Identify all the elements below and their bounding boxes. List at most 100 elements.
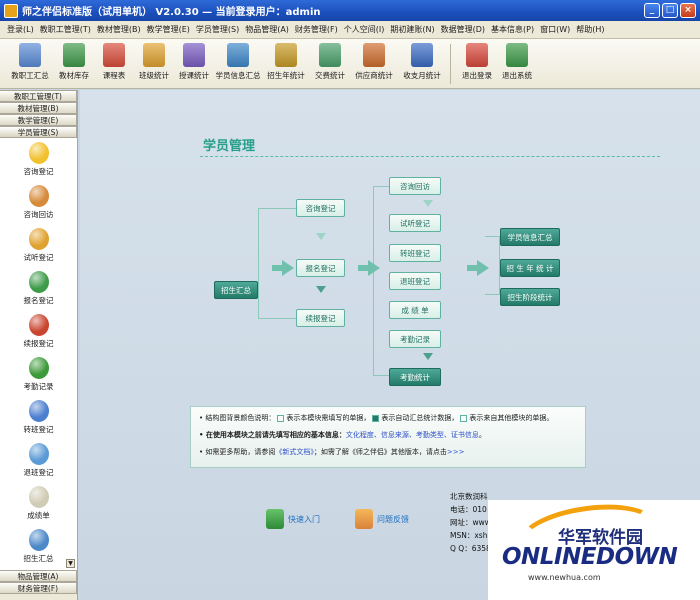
node-audition-register[interactable]: 试听登记 <box>389 214 441 232</box>
title-divider <box>200 156 660 157</box>
teaching-stats-icon <box>183 43 205 67</box>
transfer-icon <box>28 400 49 422</box>
toolbar-button-label: 教材库存 <box>59 71 89 80</box>
node-transfer-register[interactable]: 转班登记 <box>389 244 441 262</box>
info-more-link[interactable]: >>> <box>447 448 465 456</box>
sidebar-item-3[interactable]: 报名登记 <box>0 267 77 310</box>
menu-teaching[interactable]: 教学管理(E) <box>144 24 193 35</box>
toolbar-button-4[interactable]: 授课统计 <box>174 39 214 81</box>
toolbar-button-label: 供应商统计 <box>355 71 393 80</box>
toolbar-button-1[interactable]: 教材库存 <box>54 39 94 81</box>
node-consult-register[interactable]: 咨询登记 <box>296 199 345 217</box>
sidebar-student-panel: 咨询登记咨询回访试听登记报名登记续报登记 考勤记录转班登记退班登记 成绩单招生汇总 ▼ <box>0 138 77 570</box>
sidebar-item-5[interactable]: 考勤记录 <box>0 353 77 396</box>
sidebar-item-2[interactable]: 试听登记 <box>0 224 77 267</box>
toolbar-button-6[interactable]: 招生年统计 <box>262 39 310 81</box>
node-enroll-summary[interactable]: 招生汇总 <box>214 281 258 299</box>
menu-basic-info[interactable]: 基本信息(P) <box>488 24 537 35</box>
node-attendance-record[interactable]: 考勤记录 <box>389 330 441 348</box>
sidebar-item-label: 报名登记 <box>23 296 54 305</box>
sidebar-item-label: 咨询登记 <box>23 167 54 176</box>
sidebar-item-1[interactable]: 咨询回访 <box>0 181 77 224</box>
sidebar-item-0[interactable]: 咨询登记 <box>0 138 77 181</box>
minimize-button[interactable]: _ <box>644 3 660 18</box>
window-controls: _ □ × <box>644 3 696 18</box>
sidebar-header-teaching[interactable]: 教学管理(E) <box>0 114 77 126</box>
menu-login[interactable]: 登录(L) <box>4 24 37 35</box>
toolbar-button-7[interactable]: 交费统计 <box>310 39 350 81</box>
student-info-icon <box>227 43 249 67</box>
toolbar-button-label: 收支月统计 <box>403 71 441 80</box>
company-qq: Q Q：6358 <box>450 544 491 553</box>
sidebar-item-label: 咨询回访 <box>23 210 54 219</box>
sidebar-item-label: 试听登记 <box>23 253 54 262</box>
menu-finance[interactable]: 财务管理(F) <box>292 24 341 35</box>
toolbar-button-label: 学员信息汇总 <box>215 71 261 80</box>
node-report-card[interactable]: 成 绩 单 <box>389 301 441 319</box>
toolbar-button-2[interactable]: 课程表 <box>94 39 134 81</box>
sidebar-header-items[interactable]: 物品管理(A) <box>0 570 77 582</box>
node-enroll-stage-stats[interactable]: 招生阶段统计 <box>500 288 560 306</box>
payment-stats-icon <box>319 43 341 67</box>
sidebar-item-6[interactable]: 转班登记 <box>0 396 77 439</box>
menu-help[interactable]: 帮助(H) <box>573 24 607 35</box>
menu-items[interactable]: 物品管理(A) <box>242 24 292 35</box>
toolbar-button-9[interactable]: 收支月统计 <box>398 39 446 81</box>
sidebar-item-4[interactable]: 续报登记 <box>0 310 77 353</box>
sidebar-item-8[interactable]: 成绩单 <box>0 482 77 525</box>
menu-personal[interactable]: 个人空间(I) <box>341 24 388 35</box>
toolbar-button-3[interactable]: 班级统计 <box>134 39 174 81</box>
help-info-box: • 结构图背景颜色说明： 表示本模块需填写的单据， 表示自动汇总统计数据， 表示来自其… <box>190 406 586 468</box>
node-attendance-stats[interactable]: 考勤统计 <box>389 368 441 386</box>
toolbar: 教职工汇总 教材库存 课程表 班级统计 授课统计 学员信息汇总 招生年统计 交费统计 供应商统计… <box>0 39 700 89</box>
sidebar-header-textbooks[interactable]: 教材管理(B) <box>0 102 77 114</box>
toolbar-button-5[interactable]: 学员信息汇总 <box>214 39 262 81</box>
sidebar-item-7[interactable]: 退班登记 <box>0 439 77 482</box>
monthly-stats-icon <box>411 43 433 67</box>
legend-form-swatch <box>277 414 285 422</box>
legend-auto-swatch <box>372 414 380 422</box>
info-legend-line: • 结构图背景颜色说明： 表示本模块需填写的单据， 表示自动汇总统计数据， 表示来自其… <box>199 413 577 423</box>
node-student-info-summary[interactable]: 学员信息汇总 <box>500 228 560 246</box>
toolbar-button-right-0[interactable]: 退出登录 <box>457 39 497 81</box>
node-consult-visit[interactable]: 咨询回访 <box>389 177 441 195</box>
toolbar-button-0[interactable]: 教职工汇总 <box>6 39 54 81</box>
sidebar-item-label: 招生汇总 <box>23 554 54 563</box>
feedback-link[interactable]: 问题反馈 <box>355 509 409 529</box>
supplier-stats-icon <box>363 43 385 67</box>
menu-opening[interactable]: 期初建账(N) <box>387 24 437 35</box>
info-prereq-links[interactable]: 文化程度、信息来源、考勤类型、证书信息 <box>346 431 479 439</box>
toolbar-button-right-1[interactable]: 退出系统 <box>497 39 537 81</box>
close-button[interactable]: × <box>680 3 696 18</box>
menu-textbooks[interactable]: 教材管理(B) <box>94 24 144 35</box>
sidebar-header-students[interactable]: 学员管理(S) <box>0 126 77 138</box>
menu-data[interactable]: 数据管理(D) <box>438 24 488 35</box>
toolbar-button-8[interactable]: 供应商统计 <box>350 39 398 81</box>
company-name: 北京数润科 <box>450 492 488 501</box>
info-help-prefix: • 如需更多帮助，请参阅 <box>199 448 276 456</box>
node-enroll-year-stats[interactable]: 招 生 年 统 计 <box>500 259 560 277</box>
node-renew-register[interactable]: 续报登记 <box>296 309 345 327</box>
info-doc-link[interactable]: 《新式文档》 <box>275 448 314 456</box>
maximize-button[interactable]: □ <box>662 3 678 18</box>
node-withdraw-register[interactable]: 退班登记 <box>389 272 441 290</box>
arrow-to-signup <box>272 260 294 276</box>
sidebar-header-finance[interactable]: 财务管理(F) <box>0 582 77 594</box>
sidebar-item-label: 转班登记 <box>23 425 54 434</box>
sidebar-header-staff[interactable]: 教职工管理(T) <box>0 90 77 102</box>
connector-right-bracket <box>373 186 389 376</box>
quick-start-link[interactable]: 快速入门 <box>266 509 320 529</box>
menu-staff[interactable]: 教职工管理(T) <box>37 24 94 35</box>
menu-students[interactable]: 学员管理(S) <box>193 24 242 35</box>
watermark-logo: 华军软件园 ONLINEDOWN www.newhua.com <box>488 496 700 600</box>
exit-system-icon <box>506 43 528 67</box>
sidebar-scroll-down-button[interactable]: ▼ <box>66 559 75 568</box>
quick-start-icon <box>266 509 284 529</box>
node-signup-register[interactable]: 报名登记 <box>296 259 345 277</box>
audition-icon <box>28 228 49 250</box>
logout-icon <box>466 43 488 67</box>
toolbar-button-label: 授课统计 <box>179 71 209 80</box>
menu-window[interactable]: 窗口(W) <box>537 24 573 35</box>
company-msn: MSN：xshl <box>450 531 490 540</box>
sidebar: 教职工管理(T) 教材管理(B) 教学管理(E) 学员管理(S) 咨询登记咨询回… <box>0 90 78 600</box>
